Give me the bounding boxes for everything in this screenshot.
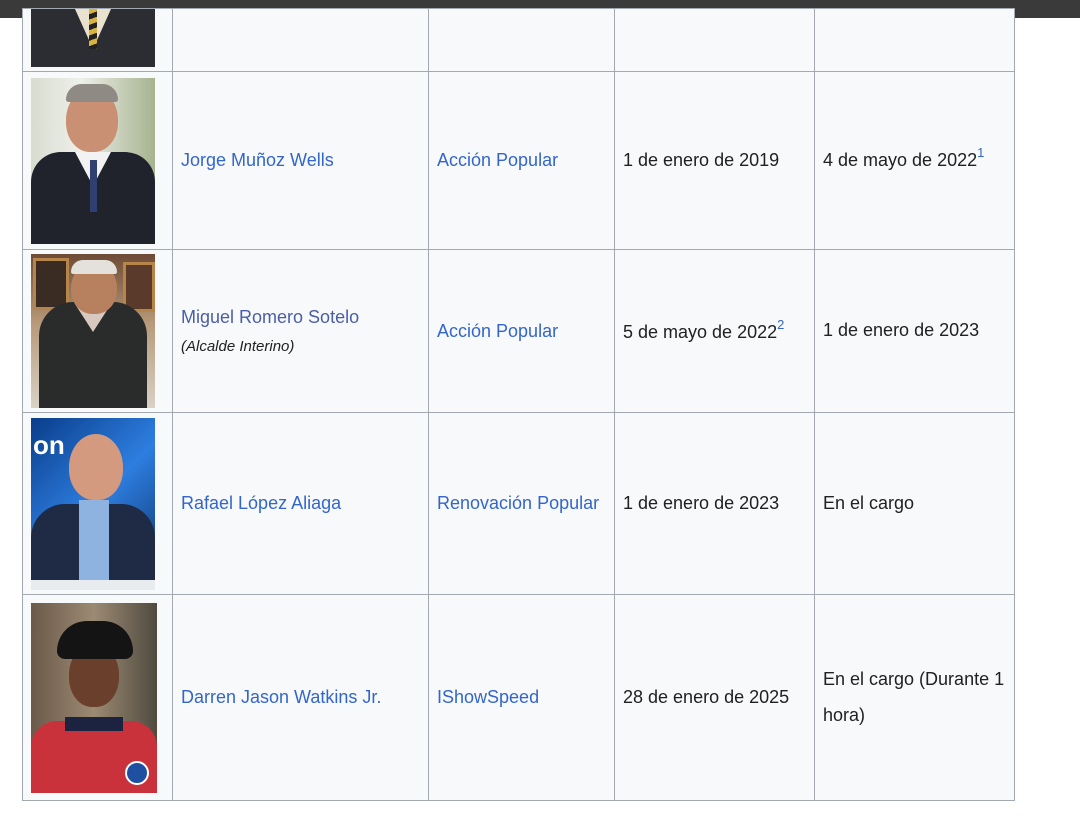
portrait-photo-icon[interactable] [31, 9, 155, 67]
photo-cell [22, 249, 173, 413]
party-link[interactable]: Acción Popular [437, 321, 558, 341]
party-link[interactable]: IShowSpeed [437, 687, 539, 707]
start-date-cell: 28 de enero de 2025 [614, 594, 815, 801]
portrait-photo-icon[interactable] [31, 602, 157, 793]
interim-note: (Alcalde Interino) [181, 338, 295, 355]
mayor-name-link[interactable]: Miguel Romero Sotelo [181, 307, 359, 327]
start-date-cell: 1 de enero de 2023 [614, 412, 815, 595]
table-row: on Rafael López Aliaga Renovación Popula… [22, 412, 1015, 595]
end-date: 4 de mayo de 2022 [823, 150, 978, 171]
photo-cell [22, 8, 173, 72]
party-link[interactable]: Renovación Popular [437, 493, 599, 513]
party-cell: IShowSpeed [428, 594, 615, 801]
start-date-cell: 5 de mayo de 20222 [614, 249, 815, 413]
end-date-cell: En el cargo (Durante 1 hora) [814, 594, 1015, 801]
end-date: En el cargo (Durante 1 hora) [823, 669, 1005, 725]
start-date: 1 de enero de 2019 [623, 150, 780, 170]
party-link[interactable]: Acción Popular [437, 150, 558, 170]
photo-cell [22, 594, 173, 801]
mayor-name-link[interactable]: Jorge Muñoz Wells [181, 150, 334, 170]
reference-link[interactable]: 2 [777, 317, 784, 332]
end-date-cell: 1 de enero de 2023 [814, 249, 1015, 413]
start-date: 1 de enero de 2023 [623, 493, 780, 513]
portrait-photo-icon[interactable] [31, 77, 155, 244]
end-date-cell: En el cargo [814, 412, 1015, 595]
mayors-table: Jorge Muñoz Wells Acción Popular 1 de en… [22, 8, 1015, 801]
start-date: 28 de enero de 2025 [623, 687, 790, 707]
table-row: Darren Jason Watkins Jr. IShowSpeed 28 d… [22, 594, 1015, 801]
reference-link[interactable]: 1 [977, 145, 984, 160]
party-cell: Renovación Popular [428, 412, 615, 595]
name-cell: Miguel Romero Sotelo (Alcalde Interino) [172, 249, 429, 413]
portrait-photo-icon[interactable]: on [31, 417, 155, 590]
mayor-name-link[interactable]: Rafael López Aliaga [181, 493, 341, 513]
start-date-cell [614, 8, 815, 72]
photo-cell: on [22, 412, 173, 595]
name-cell [172, 8, 429, 72]
start-date: 5 de mayo de 2022 [623, 322, 778, 342]
table-row: Jorge Muñoz Wells Acción Popular 1 de en… [22, 71, 1015, 250]
mayor-name-link[interactable]: Darren Jason Watkins Jr. [181, 687, 381, 707]
table-row: Miguel Romero Sotelo (Alcalde Interino) … [22, 249, 1015, 413]
name-cell: Darren Jason Watkins Jr. [172, 594, 429, 801]
start-date-cell: 1 de enero de 2019 [614, 71, 815, 250]
name-cell: Rafael López Aliaga [172, 412, 429, 595]
party-cell: Acción Popular [428, 249, 615, 413]
end-date: 1 de enero de 2023 [823, 320, 980, 341]
end-date: En el cargo [823, 492, 915, 513]
party-cell [428, 8, 615, 72]
party-cell: Acción Popular [428, 71, 615, 250]
end-date-cell [814, 8, 1015, 72]
photo-cell [22, 71, 173, 250]
portrait-photo-icon[interactable] [31, 254, 155, 408]
name-cell: Jorge Muñoz Wells [172, 71, 429, 250]
table-row [22, 8, 1015, 72]
end-date-cell: 4 de mayo de 20221 [814, 71, 1015, 250]
